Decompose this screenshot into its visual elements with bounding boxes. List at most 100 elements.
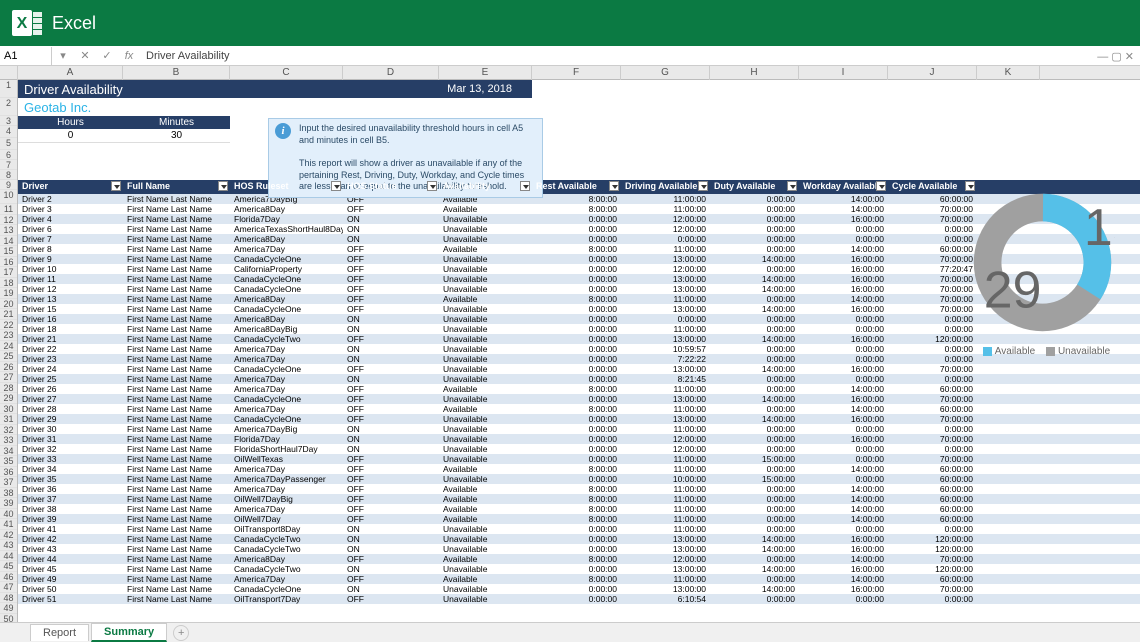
cell[interactable]: First Name Last Name [123, 414, 230, 424]
cell[interactable]: 11:00:00 [621, 504, 710, 514]
cell[interactable]: 16:00:00 [799, 364, 888, 374]
row-9[interactable]: 9 [0, 180, 17, 190]
cell[interactable]: 13:00:00 [621, 254, 710, 264]
cell[interactable]: First Name Last Name [123, 214, 230, 224]
cell[interactable]: Driver 21 [18, 334, 123, 344]
cell[interactable]: 14:00:00 [799, 204, 888, 214]
cell[interactable]: 14:00:00 [799, 494, 888, 504]
cell[interactable]: First Name Last Name [123, 464, 230, 474]
cell[interactable]: Driver 49 [18, 574, 123, 584]
cell[interactable]: Driver 23 [18, 354, 123, 364]
cell[interactable]: First Name Last Name [123, 284, 230, 294]
cell[interactable]: ON [343, 234, 439, 244]
cell[interactable]: ON [343, 424, 439, 434]
cell[interactable]: First Name Last Name [123, 564, 230, 574]
cell[interactable]: 70:00:00 [888, 454, 977, 464]
cell[interactable]: 0:00:00 [710, 224, 799, 234]
cell[interactable]: 13:00:00 [621, 364, 710, 374]
cell[interactable]: 60:00:00 [888, 484, 977, 494]
cell[interactable]: 60:00:00 [888, 494, 977, 504]
table-row[interactable]: Driver 43First Name Last NameCanadaCycle… [18, 544, 1140, 554]
cell[interactable]: CanadaCycleOne [230, 274, 343, 284]
cell[interactable]: First Name Last Name [123, 384, 230, 394]
cell[interactable]: 120:00:00 [888, 544, 977, 554]
cell[interactable]: First Name Last Name [123, 204, 230, 214]
cell[interactable]: 0:00:00 [532, 264, 621, 274]
cell[interactable]: 16:00:00 [799, 434, 888, 444]
dropdown-icon[interactable]: ▾ [52, 49, 74, 62]
cancel-icon[interactable]: ✕ [74, 49, 96, 62]
cell[interactable]: 14:00:00 [710, 254, 799, 264]
cell[interactable]: Available [439, 384, 532, 394]
cell[interactable]: 16:00:00 [799, 274, 888, 284]
cell[interactable]: Driver 12 [18, 284, 123, 294]
cell[interactable]: 11:00:00 [621, 484, 710, 494]
table-row[interactable]: Driver 39First Name Last NameOilWell7Day… [18, 514, 1140, 524]
cell[interactable]: 11:00:00 [621, 294, 710, 304]
cell[interactable]: Unavailable [439, 444, 532, 454]
cell[interactable]: ON [343, 354, 439, 364]
th-hos-ruleset[interactable]: HOS Ruleset [230, 180, 343, 194]
table-row[interactable]: Driver 37First Name Last NameOilWell7Day… [18, 494, 1140, 504]
cell[interactable]: 0:00:00 [532, 534, 621, 544]
cell[interactable]: First Name Last Name [123, 194, 230, 204]
cell[interactable]: Driver 10 [18, 264, 123, 274]
cell[interactable]: 0:00:00 [710, 244, 799, 254]
cell[interactable]: Driver 25 [18, 374, 123, 384]
cell[interactable]: 0:00:00 [888, 374, 977, 384]
cell[interactable]: 16:00:00 [799, 534, 888, 544]
cell[interactable]: OilWell7Day [230, 514, 343, 524]
cell[interactable]: OFF [343, 484, 439, 494]
cell[interactable]: 60:00:00 [888, 474, 977, 484]
cell[interactable]: 0:00:00 [710, 504, 799, 514]
th-driver[interactable]: Driver [18, 180, 123, 194]
cell[interactable]: ON [343, 524, 439, 534]
cell[interactable]: Unavailable [439, 434, 532, 444]
cell[interactable]: OilTransport8Day [230, 524, 343, 534]
cell[interactable]: 8:21:45 [621, 374, 710, 384]
row-15[interactable]: 15 [0, 246, 17, 257]
cell[interactable]: Driver 11 [18, 274, 123, 284]
cell[interactable]: First Name Last Name [123, 504, 230, 514]
cell[interactable]: Driver 2 [18, 194, 123, 204]
cell[interactable]: Driver 18 [18, 324, 123, 334]
cell[interactable]: 60:00:00 [888, 464, 977, 474]
cell[interactable]: America8Day [230, 314, 343, 324]
cell[interactable]: First Name Last Name [123, 404, 230, 414]
row-48[interactable]: 48 [0, 593, 17, 604]
row-19[interactable]: 19 [0, 288, 17, 299]
cell[interactable]: 70:00:00 [888, 584, 977, 594]
cell[interactable]: 120:00:00 [888, 534, 977, 544]
row-8[interactable]: 8 [0, 170, 17, 180]
cell[interactable]: 11:00:00 [621, 464, 710, 474]
filter-dropdown-icon[interactable] [218, 181, 228, 191]
cell[interactable]: 16:00:00 [799, 394, 888, 404]
cell[interactable]: Unavailable [439, 284, 532, 294]
cell[interactable]: 12:00:00 [621, 214, 710, 224]
cell[interactable]: First Name Last Name [123, 254, 230, 264]
cell[interactable]: 8:00:00 [532, 384, 621, 394]
cell[interactable]: 14:00:00 [710, 544, 799, 554]
cell[interactable]: Driver 33 [18, 454, 123, 464]
cell[interactable]: 10:00:00 [621, 474, 710, 484]
cell[interactable]: Florida7Day [230, 214, 343, 224]
filter-dropdown-icon[interactable] [520, 181, 530, 191]
cell[interactable]: 60:00:00 [888, 504, 977, 514]
col-F[interactable]: F [532, 66, 621, 80]
cell[interactable]: CanadaCycleOne [230, 304, 343, 314]
cell[interactable]: 11:00:00 [621, 424, 710, 434]
cell[interactable]: 0:00:00 [710, 444, 799, 454]
cell[interactable]: 0:00:00 [710, 424, 799, 434]
cell[interactable]: 0:00:00 [710, 404, 799, 414]
row-32[interactable]: 32 [0, 425, 17, 436]
cell[interactable]: 8:00:00 [532, 554, 621, 564]
cell[interactable]: 0:00:00 [710, 214, 799, 224]
row-20[interactable]: 20 [0, 299, 17, 310]
cell[interactable]: First Name Last Name [123, 434, 230, 444]
table-row[interactable]: Driver 24First Name Last NameCanadaCycle… [18, 364, 1140, 374]
row-33[interactable]: 33 [0, 435, 17, 446]
cell[interactable]: 0:00:00 [532, 344, 621, 354]
cell[interactable]: 6:10:54 [621, 594, 710, 604]
cell[interactable]: 14:00:00 [710, 304, 799, 314]
cell[interactable]: Unavailable [439, 274, 532, 284]
